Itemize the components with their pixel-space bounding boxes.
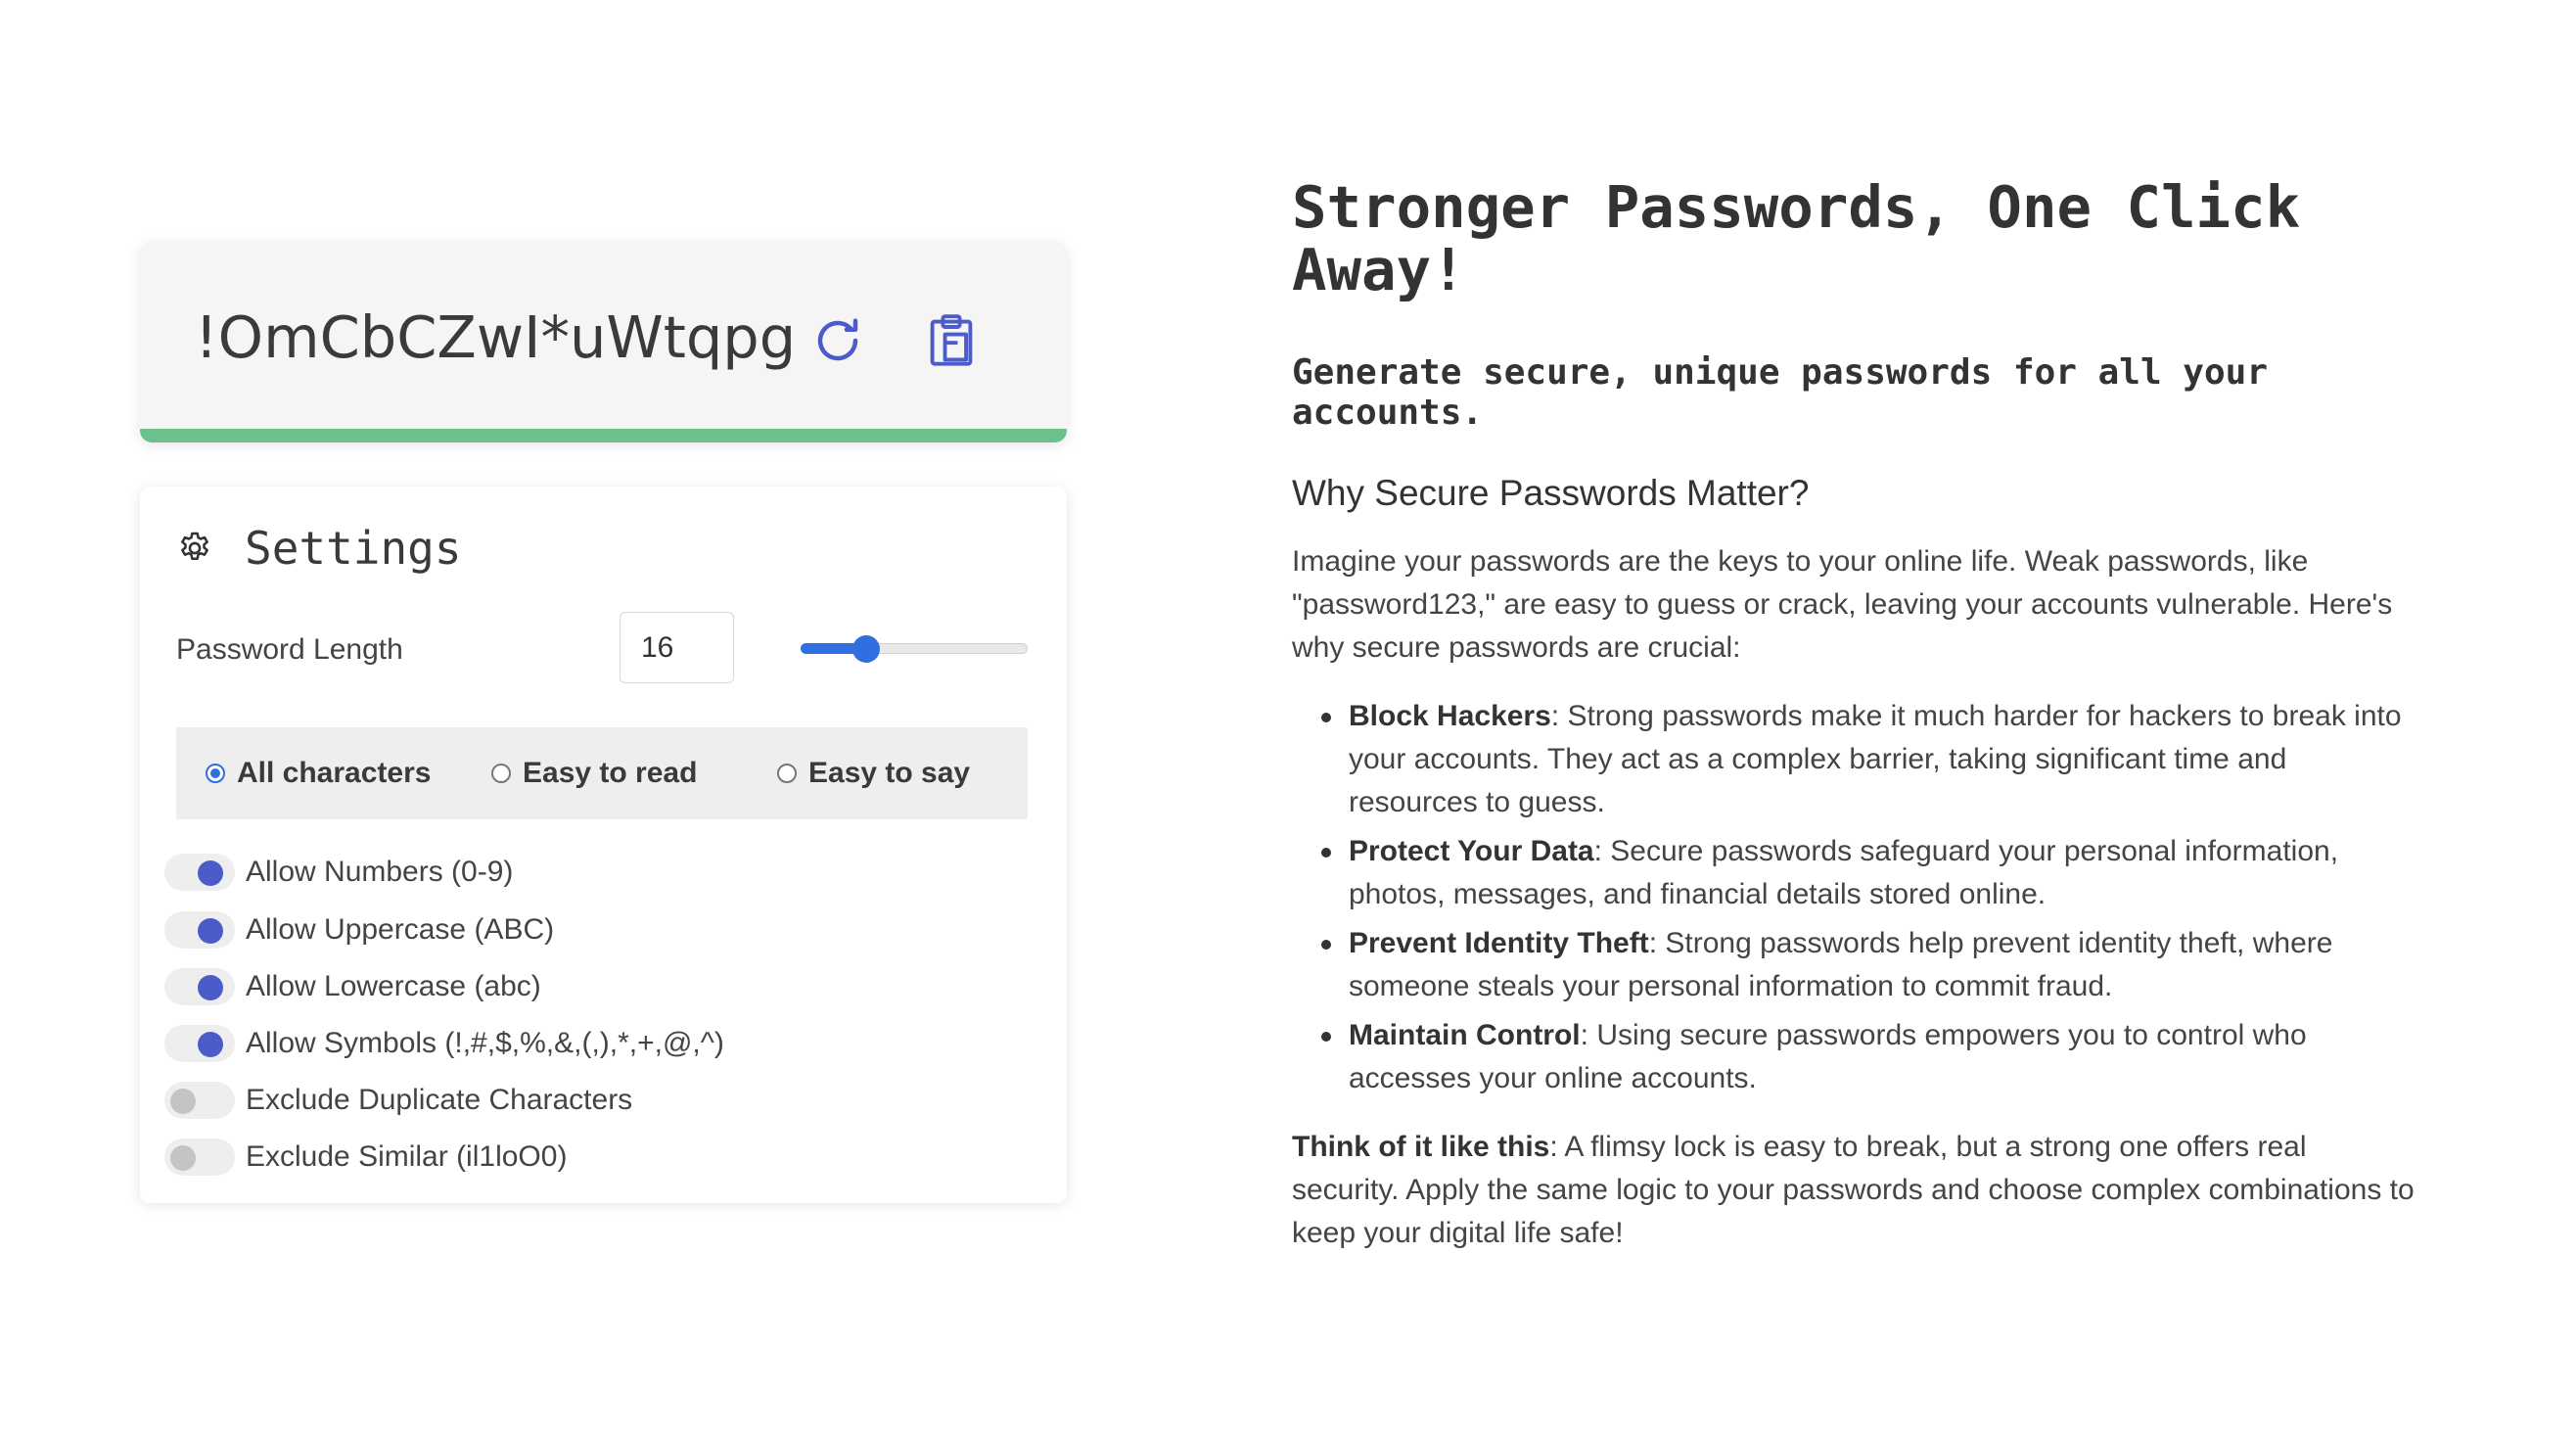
toggle-knob — [198, 1032, 223, 1057]
toggle-knob — [170, 1145, 196, 1171]
reasons-list: Block Hackers: Strong passwords make it … — [1292, 695, 2417, 1100]
slider-thumb[interactable] — [852, 635, 881, 663]
toggle-switch[interactable] — [164, 1025, 235, 1062]
mode-easy-to-say[interactable]: Easy to say — [777, 757, 970, 790]
toggle-knob — [170, 1089, 196, 1114]
toggle-label: Exclude Similar (il1loO0) — [246, 1140, 568, 1173]
page-subtitle: Generate secure, unique passwords for al… — [1292, 352, 2268, 433]
reason-title: Block Hackers — [1349, 700, 1551, 732]
regenerate-button[interactable] — [804, 306, 872, 375]
toggle-label: Allow Uppercase (ABC) — [246, 913, 555, 946]
closing-title: Think of it like this — [1292, 1131, 1550, 1163]
mode-easy-to-read[interactable]: Easy to read — [491, 757, 697, 790]
strength-bar — [140, 429, 1067, 442]
toggle-knob — [198, 975, 223, 1000]
toggle-exclude-similar[interactable]: Exclude Similar (il1loO0) — [164, 1138, 567, 1176]
settings-card: Settings Password Length All characters … — [140, 487, 1067, 1203]
page-title: Stronger Passwords, One Click Away! — [1292, 173, 2301, 303]
radio-label: Easy to say — [808, 757, 971, 789]
toggle-switch[interactable] — [164, 1082, 235, 1119]
toggle-exclude-duplicates[interactable]: Exclude Duplicate Characters — [164, 1082, 632, 1119]
toggle-switch[interactable] — [164, 911, 235, 949]
radio-button[interactable] — [777, 764, 797, 783]
password-card: !OmCbCZwI*uWtqpg — [140, 242, 1067, 442]
toggle-label: Allow Symbols (!,#,$,%,&,(,),*,+,@,^) — [246, 1027, 724, 1059]
radio-label: Easy to read — [523, 757, 698, 789]
copy-button[interactable] — [917, 306, 986, 375]
radio-button[interactable] — [491, 764, 511, 783]
intro-paragraph: Imagine your passwords are the keys to y… — [1292, 545, 2393, 664]
character-mode-group: All characters Easy to read Easy to say — [176, 727, 1028, 819]
section-heading: Why Secure Passwords Matter? — [1292, 473, 1810, 513]
toggle-label: Allow Lowercase (abc) — [246, 970, 541, 1002]
reason-title: Prevent Identity Theft — [1349, 927, 1649, 959]
toggle-knob — [198, 860, 223, 886]
list-item: Maintain Control: Using secure passwords… — [1321, 1014, 2417, 1100]
gear-icon — [181, 532, 208, 561]
generated-password[interactable]: !OmCbCZwI*uWtqpg — [195, 308, 796, 366]
reason-title: Protect Your Data — [1349, 835, 1594, 867]
refresh-icon — [817, 318, 858, 361]
password-length-slider[interactable] — [801, 635, 1028, 663]
password-length-input[interactable] — [620, 612, 734, 683]
info-section: Stronger Passwords, One Click Away! Gene… — [1292, 176, 2417, 1255]
mode-all-characters[interactable]: All characters — [206, 757, 431, 790]
toggle-switch[interactable] — [164, 854, 235, 891]
list-item: Protect Your Data: Secure passwords safe… — [1321, 830, 2417, 916]
toggle-switch[interactable] — [164, 968, 235, 1005]
radio-button[interactable] — [206, 764, 225, 783]
toggle-label: Allow Numbers (0-9) — [246, 856, 514, 888]
toggle-switch[interactable] — [164, 1138, 235, 1176]
toggle-allow-numbers[interactable]: Allow Numbers (0-9) — [164, 854, 513, 891]
toggle-label: Exclude Duplicate Characters — [246, 1084, 633, 1116]
toggle-allow-symbols[interactable]: Allow Symbols (!,#,$,%,&,(,),*,+,@,^) — [164, 1025, 724, 1062]
toggle-allow-uppercase[interactable]: Allow Uppercase (ABC) — [164, 911, 554, 949]
closing-paragraph: Think of it like this: A flimsy lock is … — [1292, 1126, 2417, 1255]
clipboard-icon — [930, 314, 973, 366]
list-item: Block Hackers: Strong passwords make it … — [1321, 695, 2417, 824]
settings-header: Settings — [176, 522, 462, 575]
toggle-knob — [198, 918, 223, 944]
toggle-allow-lowercase[interactable]: Allow Lowercase (abc) — [164, 968, 541, 1005]
list-item: Prevent Identity Theft: Strong passwords… — [1321, 922, 2417, 1008]
settings-title: Settings — [245, 522, 462, 575]
radio-label: All characters — [237, 757, 432, 789]
reason-title: Maintain Control — [1349, 1019, 1581, 1051]
password-length-label: Password Length — [176, 633, 403, 666]
